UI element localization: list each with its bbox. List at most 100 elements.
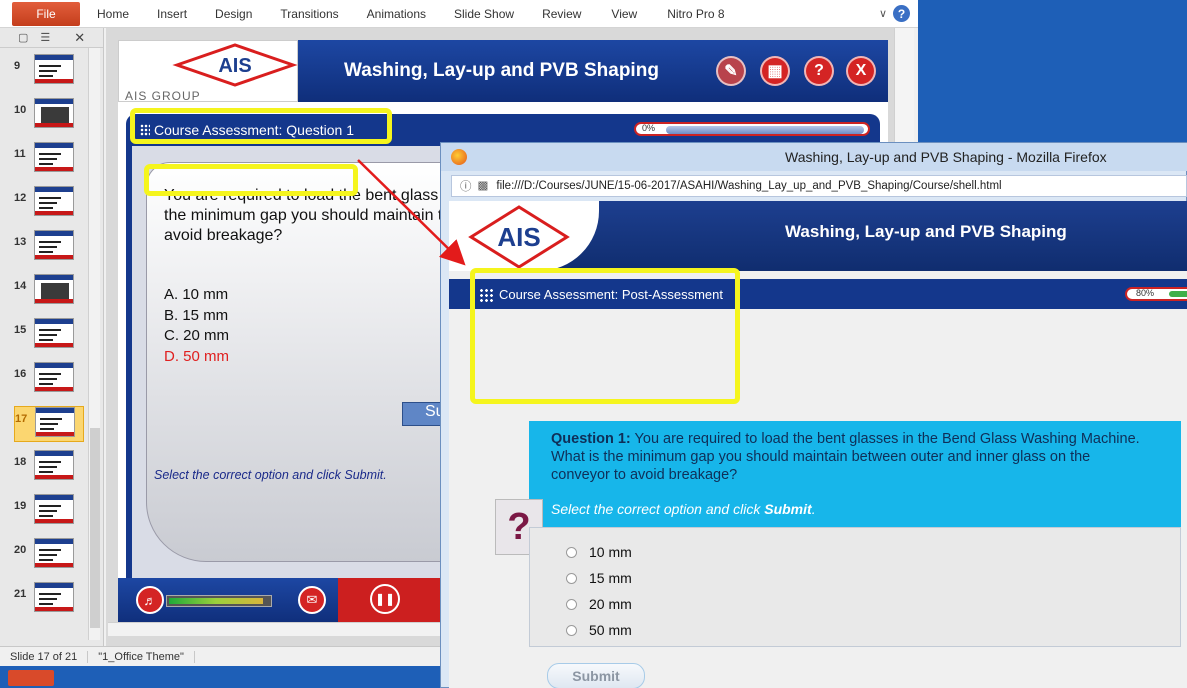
taskbar	[0, 666, 440, 688]
outline-view-icon[interactable]: ☰	[40, 31, 50, 44]
question-panel: Question 1: You are required to load the…	[529, 421, 1181, 527]
option-50mm[interactable]: 50 mm	[566, 622, 632, 638]
slide-progress-track	[666, 126, 864, 134]
tab-home[interactable]: Home	[97, 7, 129, 21]
firefox-icon	[451, 149, 467, 165]
slide-thumbnail[interactable]: 17	[14, 406, 84, 442]
thumbnail-image[interactable]	[34, 54, 74, 84]
slide-thumbnail[interactable]: 11	[14, 142, 84, 178]
url-text[interactable]: file:///D:/Courses/JUNE/15-06-2017/ASAHI…	[496, 180, 1001, 192]
slide-thumbnail[interactable]: 12	[14, 186, 84, 222]
slide-thumbnail[interactable]: 19	[14, 494, 84, 530]
transcript-icon[interactable]: ✉	[298, 586, 326, 614]
slide-thumbnail[interactable]: 15	[14, 318, 84, 354]
radio-button[interactable]	[566, 598, 577, 610]
thumbnail-scrollbar[interactable]	[88, 48, 100, 640]
start-button[interactable]	[8, 670, 54, 686]
slide-option-c: C. 20 mm	[164, 327, 230, 344]
thumbnail-image[interactable]	[34, 98, 74, 128]
tab-insert[interactable]: Insert	[157, 7, 187, 21]
slide-thumbnail[interactable]: 9	[14, 54, 84, 90]
slide-select-hint: Select the correct option and click Subm…	[154, 468, 387, 482]
slide-thumbnail[interactable]: 21	[14, 582, 84, 618]
slide-progress-label: 0%	[642, 123, 656, 133]
course-logo-text: AIS	[497, 222, 540, 252]
course-title: Washing, Lay-up and PVB Shaping	[785, 222, 1067, 241]
slide-thumbnail[interactable]: 10	[14, 98, 84, 134]
slide-option-b: B. 15 mm	[164, 307, 229, 324]
theme-name: "1_Office Theme"	[88, 650, 195, 663]
thumbnail-image[interactable]	[34, 538, 74, 568]
thumbnail-image[interactable]	[34, 186, 74, 216]
slide-progress-bar: 0%	[634, 122, 870, 136]
firefox-window: Washing, Lay-up and PVB Shaping - Mozill…	[440, 142, 1187, 688]
radio-button[interactable]	[566, 624, 577, 636]
volume-icon[interactable]: ♬	[136, 586, 164, 614]
volume-slider[interactable]	[166, 595, 272, 607]
thumbnail-number: 10	[14, 104, 27, 116]
slides-view-icon[interactable]: ▢	[18, 31, 28, 44]
thumbnail-image[interactable]	[34, 230, 74, 260]
thumbnail-scroll-thumb[interactable]	[90, 428, 100, 628]
glossary-button[interactable]: ✎	[716, 56, 746, 86]
thumbnail-image[interactable]	[34, 318, 74, 348]
option-label: 20 mm	[589, 596, 632, 612]
sitemap-button[interactable]: ▦	[760, 56, 790, 86]
submit-button[interactable]: Submit	[547, 663, 645, 688]
ais-diamond-logo-course: AIS	[468, 205, 570, 269]
file-tab[interactable]: File	[12, 1, 80, 26]
tab-review[interactable]: Review	[542, 7, 581, 21]
thumbnail-image[interactable]	[35, 407, 75, 437]
course-logo: AIS	[449, 201, 599, 271]
ribbon-minimize-icon[interactable]: ∨	[879, 7, 887, 20]
highlight-slide-question	[144, 164, 358, 196]
tab-view[interactable]: View	[611, 7, 637, 21]
option-10mm[interactable]: 10 mm	[566, 544, 632, 560]
option-label: 15 mm	[589, 570, 632, 586]
tab-nitro-pro[interactable]: Nitro Pro 8	[667, 7, 724, 21]
question-body: You are required to load the bent glasse…	[551, 431, 1140, 483]
slide-thumbnail[interactable]: 16	[14, 362, 84, 398]
option-label: 10 mm	[589, 544, 632, 560]
thumbnail-number: 9	[14, 60, 21, 72]
slide-thumbnail[interactable]: 18	[14, 450, 84, 486]
page-icon: ▩	[477, 180, 489, 192]
tab-transitions[interactable]: Transitions	[280, 7, 338, 21]
thumbnail-image[interactable]	[34, 450, 74, 480]
tab-design[interactable]: Design	[215, 7, 252, 21]
address-bar[interactable]: ⓘ ▩ file:///D:/Courses/JUNE/15-06-2017/AS…	[451, 175, 1187, 197]
thumbnail-image[interactable]	[34, 362, 74, 392]
question-label: Question 1:	[551, 431, 631, 447]
volume-level	[169, 598, 263, 604]
option-20mm[interactable]: 20 mm	[566, 596, 632, 612]
info-icon[interactable]: ⓘ	[460, 178, 472, 194]
radio-button[interactable]	[566, 572, 577, 584]
slide-thumbnail[interactable]: 20	[14, 538, 84, 574]
option-15mm[interactable]: 15 mm	[566, 570, 632, 586]
highlight-slide-subheader	[130, 108, 392, 144]
thumbnail-number: 15	[14, 324, 27, 336]
slide-title: Washing, Lay-up and PVB Shaping	[344, 60, 659, 81]
slide-option-d-correct: D. 50 mm	[164, 348, 230, 365]
help-button[interactable]: ?	[804, 56, 834, 86]
tab-slide-show[interactable]: Slide Show	[454, 7, 514, 21]
slide-thumbnail[interactable]: 14	[14, 274, 84, 310]
thumbnail-image[interactable]	[34, 582, 74, 612]
tab-animations[interactable]: Animations	[367, 7, 426, 21]
slide-thumbnail[interactable]: 13	[14, 230, 84, 266]
exit-button[interactable]: X	[846, 56, 876, 86]
thumbnail-image[interactable]	[34, 494, 74, 524]
logo-text: AIS	[218, 55, 251, 77]
thumbnail-image[interactable]	[34, 142, 74, 172]
ribbon-tabs: File Home Insert Design Transitions Anim…	[0, 0, 918, 28]
close-pane-icon[interactable]: ✕	[74, 30, 85, 46]
radio-button[interactable]	[566, 546, 577, 558]
help-icon[interactable]: ?	[893, 5, 910, 22]
pause-button[interactable]: ❚❚	[370, 584, 400, 614]
firefox-window-title: Washing, Lay-up and PVB Shaping - Mozill…	[785, 149, 1107, 165]
slide-counter: Slide 17 of 21	[0, 650, 89, 663]
thumbnail-image[interactable]	[34, 274, 74, 304]
thumbnail-number: 14	[14, 280, 27, 292]
thumbnail-number: 19	[14, 500, 27, 512]
thumbnail-pane-header: ▢ ☰ ✕	[0, 28, 103, 48]
